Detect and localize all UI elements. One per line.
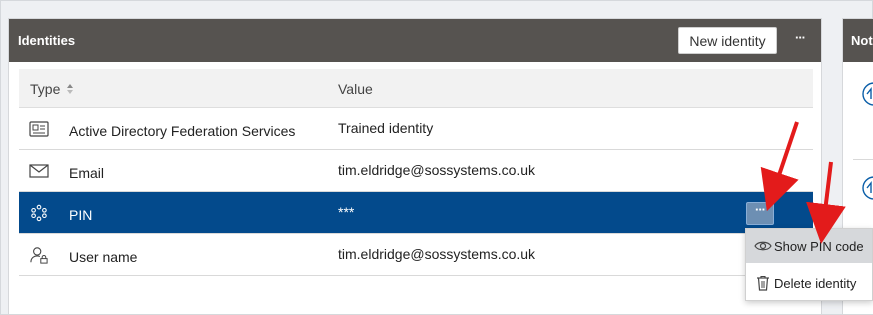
notes-divider — [853, 159, 873, 160]
identities-panel: Identities New identity ··· Type Value A… — [8, 18, 822, 315]
identity-type: Email — [69, 165, 105, 181]
user-lock-icon — [30, 247, 48, 264]
identity-value: Trained identity — [338, 120, 434, 136]
menu-item-label: Show PIN code — [774, 239, 864, 254]
menu-item-delete-identity[interactable]: Delete identity — [746, 266, 872, 300]
pin-keypad-icon — [31, 204, 47, 222]
identity-type: User name — [69, 249, 138, 265]
row-context-menu: Show PIN code Delete identity — [745, 228, 873, 301]
panel-header: Identities New identity ··· — [9, 19, 821, 62]
envelope-icon — [29, 164, 49, 178]
activity-icon — [862, 176, 873, 200]
notes-panel-header: Not — [843, 19, 873, 62]
column-header-value: Value — [338, 81, 373, 97]
annotation-arrow-show-pin — [806, 161, 846, 244]
table-row[interactable]: User name tim.eldridge@sossystems.co.uk — [19, 234, 813, 276]
sort-icon[interactable] — [67, 84, 73, 94]
activity-icon — [862, 82, 873, 106]
identity-value: tim.eldridge@sossystems.co.uk — [338, 246, 536, 262]
identity-value: tim.eldridge@sossystems.co.uk — [338, 162, 536, 178]
column-header-type[interactable]: Type — [30, 81, 60, 97]
panel-title: Identities — [18, 33, 76, 48]
table-row[interactable]: Email tim.eldridge@sossystems.co.uk — [19, 150, 813, 192]
row-actions-button[interactable]: ··· — [746, 202, 774, 225]
table-header: Type Value — [19, 69, 813, 108]
menu-item-label: Delete identity — [774, 276, 857, 291]
id-card-icon — [29, 121, 49, 137]
menu-item-show-pin[interactable]: Show PIN code — [746, 229, 872, 263]
identity-value: *** — [338, 204, 355, 220]
identity-type: Active Directory Federation Services — [69, 123, 296, 139]
notes-panel-title: Not — [851, 33, 873, 48]
table-row-selected[interactable]: PIN *** ··· — [19, 192, 813, 234]
table-row[interactable]: Active Directory Federation Services Tra… — [19, 108, 813, 150]
identities-table: Type Value Active Directory Federation S… — [19, 69, 813, 276]
identity-type: PIN — [69, 207, 93, 223]
panel-more-button[interactable]: ··· — [789, 31, 811, 51]
new-identity-button[interactable]: New identity — [678, 27, 777, 54]
eye-icon — [754, 241, 772, 251]
trash-icon — [757, 275, 769, 291]
